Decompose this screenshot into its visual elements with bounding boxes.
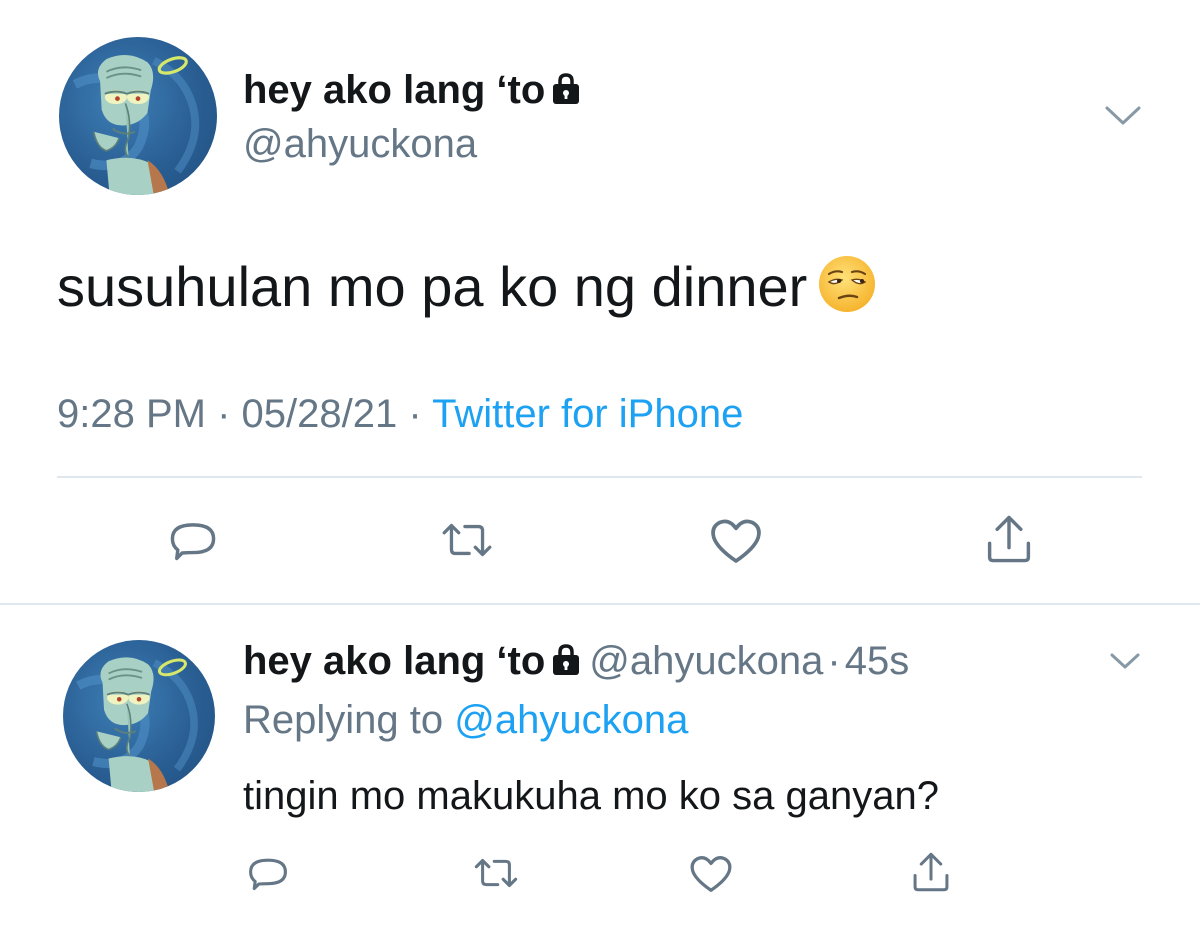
divider [0, 603, 1200, 605]
meta-separator: · [217, 392, 231, 436]
reply-button[interactable] [163, 512, 223, 568]
meta-separator: · [827, 639, 841, 683]
user-handle[interactable]: @ahyuckona [589, 639, 823, 683]
tweet-metadata: 9:28 PM · 05/28/21 · Twitter for iPhone [57, 390, 743, 438]
replying-to: Replying to @ahyuckona [243, 696, 688, 744]
tweet-source-link[interactable]: Twitter for iPhone [432, 392, 743, 436]
replying-to-handle-link[interactable]: @ahyuckona [454, 698, 688, 742]
retweet-button[interactable] [469, 850, 523, 896]
lock-icon [551, 69, 581, 117]
replying-to-label: Replying to [243, 698, 444, 742]
tweet-text: susuhulan mo pa ko ng dinner [57, 254, 877, 328]
like-button[interactable] [706, 512, 766, 568]
meta-separator: · [408, 392, 422, 436]
reply-text: tingin mo makukuha mo ko sa ganyan? [243, 774, 939, 818]
retweet-button[interactable] [435, 512, 499, 568]
tweet-date: 05/28/21 [241, 392, 398, 436]
squidward-avatar-image [76, 657, 198, 792]
lock-icon [551, 640, 581, 688]
reply-icon [170, 523, 216, 561]
reply-icon [249, 858, 287, 891]
retweet-icon [474, 858, 518, 888]
divider [57, 476, 1142, 478]
display-name[interactable]: hey ako lang ‘to [243, 66, 581, 117]
user-handle[interactable]: @ahyuckona [243, 120, 477, 168]
avatar[interactable] [63, 640, 215, 792]
avatar[interactable] [59, 37, 217, 195]
display-name[interactable]: hey ako lang ‘to [243, 639, 545, 683]
chevron-down-icon[interactable] [1105, 648, 1145, 674]
like-button[interactable] [686, 850, 736, 896]
display-name-text: hey ako lang ‘to [243, 68, 546, 112]
share-button[interactable] [906, 848, 956, 896]
tweet-text-content: susuhulan mo pa ko ng dinner [57, 255, 808, 318]
squidward-avatar-image [72, 55, 200, 195]
retweet-icon [442, 523, 492, 557]
share-icon [913, 852, 949, 892]
reply-age: 45s [844, 639, 910, 683]
like-icon [690, 856, 732, 892]
reply-header: hey ako lang ‘to @ahyuckona · 45s [243, 637, 909, 688]
share-button[interactable] [979, 510, 1039, 568]
tweet-time: 9:28 PM [57, 392, 206, 436]
share-icon [987, 515, 1031, 563]
unamused-face-icon [817, 254, 877, 328]
chevron-down-icon[interactable] [1103, 103, 1143, 129]
like-icon [711, 519, 761, 563]
reply-button[interactable] [243, 850, 293, 896]
